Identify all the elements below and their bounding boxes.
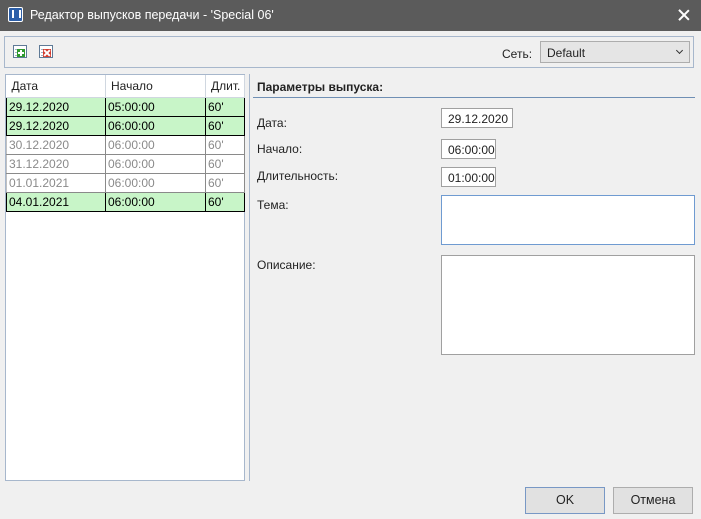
duration-label: Длительность: <box>257 169 339 183</box>
description-label: Описание: <box>257 258 316 272</box>
column-header-start[interactable]: Начало <box>105 75 206 98</box>
episodes-list: Дата Начало Длит. 29.12.2020 05:00:00 60' 2… <box>5 74 245 481</box>
cell-date: 04.01.2021 <box>6 192 106 212</box>
topic-label: Тема: <box>257 198 289 212</box>
cancel-button[interactable]: Отмена <box>613 487 693 514</box>
column-header-date[interactable]: Дата <box>6 75 106 98</box>
description-input[interactable] <box>441 255 695 355</box>
cell-start: 06:00:00 <box>105 192 206 212</box>
cell-duration: 60' <box>205 116 245 136</box>
topic-input[interactable] <box>441 195 695 245</box>
cell-date: 31.12.2020 <box>6 154 106 174</box>
table-row[interactable]: 29.12.2020 06:00:00 60' <box>6 116 245 136</box>
cell-duration: 60' <box>205 173 245 193</box>
cell-date: 29.12.2020 <box>6 116 106 136</box>
column-header-duration[interactable]: Длит. <box>205 75 245 98</box>
network-select[interactable]: Default <box>540 41 690 63</box>
start-field[interactable]: 06:00:00 <box>441 139 496 159</box>
add-row-icon[interactable] <box>13 45 27 58</box>
table-row[interactable]: 04.01.2021 06:00:00 60' <box>6 192 245 212</box>
table-row[interactable]: 30.12.2020 06:00:00 60' <box>6 135 245 155</box>
cell-start: 05:00:00 <box>105 97 206 117</box>
date-field[interactable]: 29.12.2020 <box>441 108 513 128</box>
panel-splitter[interactable] <box>249 74 250 481</box>
app-icon <box>8 7 23 22</box>
cell-duration: 60' <box>205 135 245 155</box>
cell-start: 06:00:00 <box>105 116 206 136</box>
delete-row-icon[interactable] <box>39 45 53 58</box>
cell-start: 06:00:00 <box>105 154 206 174</box>
cell-duration: 60' <box>205 192 245 212</box>
date-label: Дата: <box>257 116 287 130</box>
chevron-down-icon <box>675 46 684 55</box>
episodes-table: Дата Начало Длит. 29.12.2020 05:00:00 60' 2… <box>6 75 245 212</box>
cell-date: 29.12.2020 <box>6 97 106 117</box>
network-select-value: Default <box>547 46 586 60</box>
title-bar: Редактор выпусков передачи - 'Special 06… <box>0 0 701 31</box>
toolbar: Сеть: Default <box>4 36 694 68</box>
cell-duration: 60' <box>205 154 245 174</box>
duration-field[interactable]: 01:00:00 <box>441 167 496 187</box>
window-title: Редактор выпусков передачи - 'Special 06… <box>30 8 274 22</box>
cell-date: 30.12.2020 <box>6 135 106 155</box>
close-icon[interactable] <box>671 4 697 26</box>
cell-start: 06:00:00 <box>105 173 206 193</box>
table-row[interactable]: 31.12.2020 06:00:00 60' <box>6 154 245 174</box>
start-label: Начало: <box>257 142 303 156</box>
cell-duration: 60' <box>205 97 245 117</box>
ok-button[interactable]: OK <box>525 487 605 514</box>
table-row[interactable]: 01.01.2021 06:00:00 60' <box>6 173 245 193</box>
network-label: Сеть: <box>502 47 533 61</box>
params-divider <box>253 97 695 98</box>
params-header: Параметры выпуска: <box>257 80 384 94</box>
cell-date: 01.01.2021 <box>6 173 106 193</box>
cell-start: 06:00:00 <box>105 135 206 155</box>
table-row[interactable]: 29.12.2020 05:00:00 60' <box>6 97 245 117</box>
table-header-row: Дата Начало Длит. <box>6 75 245 98</box>
